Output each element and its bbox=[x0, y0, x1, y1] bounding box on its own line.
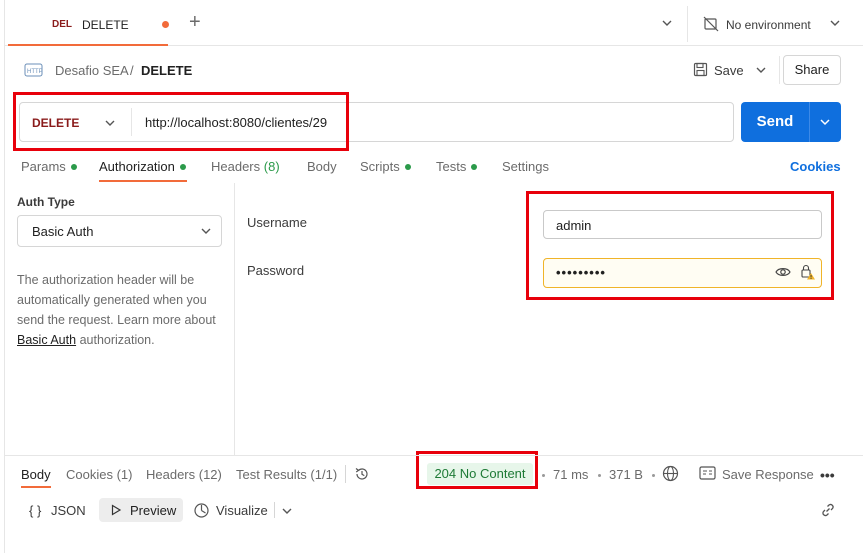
link-icon[interactable] bbox=[820, 502, 836, 518]
play-icon bbox=[111, 504, 122, 516]
auth-description-suffix: authorization. bbox=[79, 333, 155, 347]
divider bbox=[779, 56, 780, 84]
basic-auth-link[interactable]: Basic Auth bbox=[17, 333, 76, 347]
response-tab-cookies[interactable]: Cookies (1) bbox=[66, 467, 132, 482]
visualize-icon bbox=[194, 503, 209, 518]
history-icon[interactable] bbox=[354, 466, 370, 482]
save-response-icon[interactable] bbox=[699, 466, 716, 480]
divider bbox=[345, 465, 346, 483]
active-tab-indicator bbox=[99, 180, 187, 182]
window-border bbox=[4, 0, 5, 553]
tab-body[interactable]: Body bbox=[307, 159, 337, 174]
tab-headers-label: Headers bbox=[211, 159, 261, 174]
password-label: Password bbox=[247, 263, 305, 278]
http-icon: HTTP bbox=[24, 63, 43, 77]
tab-params-label: Params bbox=[21, 159, 66, 174]
response-size[interactable]: 371 B bbox=[609, 467, 643, 482]
unsaved-indicator bbox=[162, 21, 169, 28]
share-button[interactable]: Share bbox=[783, 55, 841, 85]
tab-method-badge: DEL bbox=[52, 19, 72, 30]
headers-count: (8) bbox=[263, 159, 280, 174]
status-dot bbox=[70, 163, 77, 170]
tab-scripts[interactable]: Scripts bbox=[360, 159, 411, 174]
chevron-down-icon[interactable] bbox=[281, 505, 293, 517]
breadcrumb-collection[interactable]: Desafio SEA bbox=[55, 63, 129, 78]
divider bbox=[274, 502, 275, 518]
auth-type-label: Auth Type bbox=[17, 195, 75, 209]
tab-authorization[interactable]: Authorization bbox=[99, 159, 186, 174]
auth-type-value: Basic Auth bbox=[32, 224, 94, 239]
highlight-credentials bbox=[526, 191, 834, 300]
response-tab-test-results[interactable]: Test Results (1/1) bbox=[236, 467, 337, 482]
save-button[interactable]: Save bbox=[714, 63, 744, 78]
save-icon[interactable] bbox=[693, 62, 708, 77]
response-tab-body[interactable]: Body bbox=[21, 467, 51, 482]
tab-headers[interactable]: Headers (8) bbox=[211, 159, 280, 174]
status-dot bbox=[179, 163, 186, 170]
chevron-down-icon[interactable] bbox=[661, 17, 673, 29]
environment-selector[interactable]: No environment bbox=[726, 18, 811, 32]
globe-icon[interactable] bbox=[662, 465, 679, 482]
username-label: Username bbox=[247, 215, 307, 230]
active-tab-indicator bbox=[21, 486, 51, 488]
tab-settings[interactable]: Settings bbox=[502, 159, 549, 174]
tab-authorization-label: Authorization bbox=[99, 159, 175, 174]
format-json[interactable]: JSON bbox=[51, 503, 86, 518]
tab-title[interactable]: DELETE bbox=[82, 18, 129, 32]
status-badge[interactable]: 204 No Content bbox=[427, 463, 533, 485]
breadcrumb-separator: / bbox=[130, 63, 134, 78]
status-dot bbox=[404, 163, 411, 170]
breadcrumb-request-name[interactable]: DELETE bbox=[141, 63, 192, 78]
chevron-down-icon[interactable] bbox=[829, 17, 841, 29]
response-time[interactable]: 71 ms bbox=[553, 467, 588, 482]
chevron-down-icon[interactable] bbox=[755, 64, 767, 76]
save-response-button[interactable]: Save Response bbox=[722, 467, 814, 482]
tab-scripts-label: Scripts bbox=[360, 159, 400, 174]
chevron-down-icon[interactable] bbox=[200, 225, 212, 237]
separator-dot bbox=[542, 474, 545, 477]
highlight-url bbox=[13, 92, 349, 151]
json-icon: { } bbox=[29, 503, 42, 518]
tab-tests-label: Tests bbox=[436, 159, 467, 174]
send-button[interactable]: Send bbox=[741, 102, 809, 142]
separator-dot bbox=[598, 474, 601, 477]
auth-description: The authorization header will be automat… bbox=[17, 270, 227, 350]
plus-icon[interactable]: + bbox=[189, 12, 201, 32]
tab-tests[interactable]: Tests bbox=[436, 159, 478, 174]
tab-params[interactable]: Params bbox=[21, 159, 77, 174]
response-divider bbox=[5, 455, 863, 456]
response-tab-headers[interactable]: Headers (12) bbox=[146, 467, 222, 482]
separator-dot bbox=[652, 474, 655, 477]
cookies-link[interactable]: Cookies bbox=[790, 159, 841, 174]
more-icon[interactable]: ••• bbox=[820, 467, 835, 483]
divider bbox=[687, 6, 688, 42]
svg-text:HTTP: HTTP bbox=[27, 69, 43, 75]
status-dot bbox=[471, 163, 478, 170]
no-environment-icon bbox=[703, 16, 719, 32]
chevron-down-icon[interactable] bbox=[819, 116, 831, 128]
panel-divider bbox=[234, 183, 235, 455]
auth-description-text: The authorization header will be automat… bbox=[17, 273, 216, 327]
format-visualize[interactable]: Visualize bbox=[216, 503, 268, 518]
format-preview-label: Preview bbox=[130, 503, 177, 518]
